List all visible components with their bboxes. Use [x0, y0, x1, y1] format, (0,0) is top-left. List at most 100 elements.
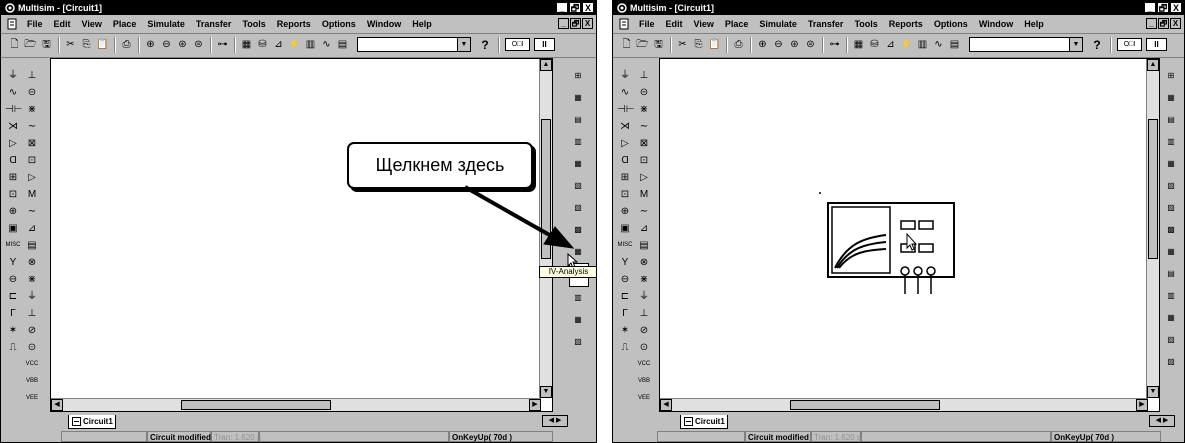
vee-icon[interactable]: VEE: [24, 390, 40, 407]
mdi-minimize-button[interactable]: _: [1146, 18, 1157, 29]
spectrum-analyzer-icon[interactable]: ▦: [1162, 307, 1180, 329]
ttl-icon[interactable]: Ɑ: [617, 152, 633, 169]
virtual-analog-icon[interactable]: ▷: [636, 169, 652, 186]
hierarchical-block-icon[interactable]: ✶: [617, 322, 633, 339]
cmos-icon[interactable]: ⊞: [617, 169, 633, 186]
postprocessor-icon[interactable]: ⚡: [287, 37, 302, 53]
menu-view[interactable]: View: [694, 16, 714, 32]
virtual-rated-icon[interactable]: ▤: [636, 237, 652, 254]
menu-help[interactable]: Help: [412, 16, 432, 32]
horizontal-scrollbar[interactable]: ◀ ▶: [660, 398, 1148, 411]
virtual-3d-icon[interactable]: ⊗: [636, 254, 652, 271]
scroll-down-icon[interactable]: ▼: [540, 386, 552, 398]
cut-icon[interactable]: ✂: [63, 37, 78, 53]
vertical-scroll-thumb[interactable]: [1148, 119, 1158, 259]
indicator-icon[interactable]: ▣: [5, 220, 21, 237]
zoom-area-icon[interactable]: ⊛: [787, 37, 802, 53]
diode-icon[interactable]: ⊣⊢: [617, 101, 634, 118]
word-generator-icon[interactable]: ▩: [1162, 219, 1180, 241]
virtual-source-icon[interactable]: ⊝: [636, 84, 652, 101]
scroll-up-icon[interactable]: ▲: [540, 59, 552, 71]
logic-analyzer-icon[interactable]: ▦: [1162, 241, 1180, 263]
grapher-icon[interactable]: ▥: [303, 37, 318, 53]
virtual-dgnd-icon[interactable]: ⊥: [636, 305, 652, 322]
horizontal-scroll-thumb[interactable]: [181, 400, 331, 410]
new-icon[interactable]: 🗋: [619, 37, 634, 53]
menu-transfer[interactable]: Transfer: [196, 16, 232, 32]
virtual-ind-icon[interactable]: ⊙: [24, 339, 40, 356]
vbb-icon[interactable]: VBB: [636, 373, 652, 390]
virtual-measurement-icon[interactable]: M: [24, 186, 40, 203]
ladder-icon[interactable]: ⊏: [617, 288, 633, 305]
virtual-measurement-icon[interactable]: M: [636, 186, 652, 203]
menu-reports[interactable]: Reports: [889, 16, 923, 32]
iv-analyzer-instrument[interactable]: [813, 188, 973, 300]
scroll-left-icon[interactable]: ◀: [660, 399, 672, 411]
menu-simulate[interactable]: Simulate: [759, 16, 797, 32]
menu-tools[interactable]: Tools: [854, 16, 877, 32]
print-icon[interactable]: ⎙: [119, 37, 134, 53]
virtual-ground-icon[interactable]: ⊥: [24, 67, 40, 84]
menu-window[interactable]: Window: [367, 16, 401, 32]
grapher-icon[interactable]: ▥: [915, 37, 930, 53]
virtual-diode-icon[interactable]: ⊠: [636, 135, 652, 152]
function-generator-icon[interactable]: ▦: [1162, 87, 1180, 109]
component-wizard-icon[interactable]: ⊿: [271, 37, 286, 53]
scroll-right-icon[interactable]: ▶: [1136, 399, 1148, 411]
bode-plotter-icon[interactable]: ▧: [1162, 175, 1180, 197]
ladder-icon[interactable]: ⊏: [5, 288, 21, 305]
sources-icon[interactable]: ⏚: [5, 67, 21, 84]
save-icon[interactable]: 🖫: [39, 37, 54, 53]
in-use-list-combo[interactable]: ▼: [969, 37, 1083, 52]
virtual-3d-icon[interactable]: ⊗: [24, 254, 40, 271]
virtual-signal-icon[interactable]: ∼: [24, 118, 40, 135]
virtual-analog-icon[interactable]: ▷: [24, 169, 40, 186]
vcc-icon[interactable]: VCC: [24, 356, 40, 373]
virtual-gnd-icon[interactable]: ⏚: [636, 288, 652, 305]
close-button[interactable]: X: [582, 2, 594, 13]
zoom-out-icon[interactable]: ⊖: [771, 37, 786, 53]
vee-icon[interactable]: VEE: [636, 390, 652, 407]
virtual-misc-icon[interactable]: ∼: [24, 203, 40, 220]
analysis-icon[interactable]: ∿: [319, 37, 334, 53]
multimeter-icon[interactable]: ⊞: [569, 65, 587, 87]
oscilloscope-icon[interactable]: ▥: [569, 131, 587, 153]
component-wizard-icon[interactable]: ⊿: [883, 37, 898, 53]
iv-analysis-icon[interactable]: ▤: [1162, 263, 1180, 285]
tab-scroll-buttons[interactable]: ◀ ▶: [542, 415, 568, 427]
help-button[interactable]: ?: [477, 37, 493, 53]
simulate-switch[interactable]: O□I: [505, 38, 530, 51]
virtual-cap-icon[interactable]: ⊘: [24, 322, 40, 339]
menu-transfer[interactable]: Transfer: [808, 16, 844, 32]
function-generator-icon[interactable]: ▦: [569, 87, 587, 109]
pause-button[interactable]: II: [1146, 38, 1167, 51]
mdi-close-button[interactable]: X: [582, 18, 593, 29]
menu-edit[interactable]: Edit: [666, 16, 683, 32]
print-icon[interactable]: ⎙: [731, 37, 746, 53]
bus-icon[interactable]: Γ: [5, 305, 21, 322]
virtual-ground-icon[interactable]: ⊥: [636, 67, 652, 84]
virtual-rlc-icon[interactable]: ⋇: [24, 101, 40, 118]
open-icon[interactable]: 🗁: [23, 37, 38, 53]
virtual-diode-icon[interactable]: ⊠: [24, 135, 40, 152]
spreadsheet-icon[interactable]: ▦: [851, 37, 866, 53]
basic-icon[interactable]: ∿: [5, 84, 21, 101]
pause-button[interactable]: II: [534, 38, 555, 51]
zoom-fit-icon[interactable]: ⊜: [191, 37, 206, 53]
scroll-down-icon[interactable]: ▼: [1147, 386, 1159, 398]
transistor-icon[interactable]: ⋊: [5, 118, 21, 135]
distortion-analyzer-icon[interactable]: ▥: [569, 287, 587, 309]
copy-icon[interactable]: ⎘: [79, 37, 94, 53]
restore-button[interactable]: 🗗: [1157, 2, 1169, 13]
vcc-icon[interactable]: VCC: [636, 356, 652, 373]
virtual-cap-icon[interactable]: ⊘: [636, 322, 652, 339]
menu-simulate[interactable]: Simulate: [147, 16, 185, 32]
mdi-restore-button[interactable]: 🗗: [1158, 18, 1169, 29]
horizontal-scrollbar[interactable]: ◀ ▶: [51, 398, 541, 411]
cmos-icon[interactable]: ⊞: [5, 169, 21, 186]
oscilloscope-icon[interactable]: ▥: [1162, 131, 1180, 153]
zoom-out-icon[interactable]: ⊖: [159, 37, 174, 53]
four-channel-oscilloscope-icon[interactable]: ▦: [569, 153, 587, 175]
virtual-misc-icon[interactable]: ∼: [636, 203, 652, 220]
mdi-close-button[interactable]: X: [1170, 18, 1181, 29]
